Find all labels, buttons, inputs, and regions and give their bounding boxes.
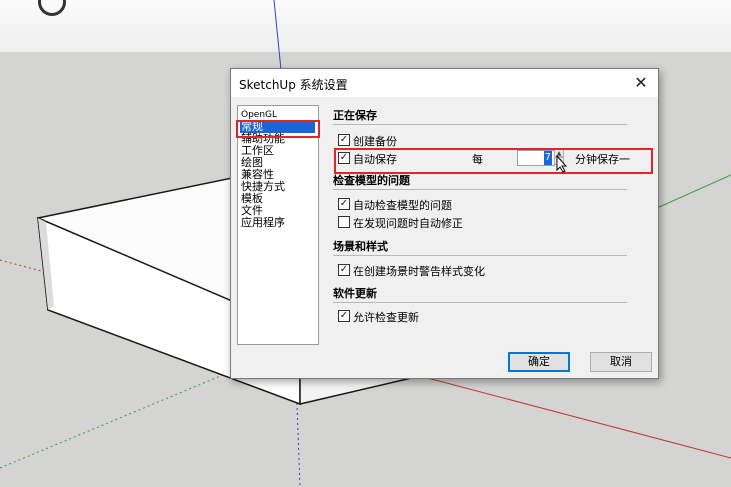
- section-divider: [333, 255, 627, 256]
- auto-check-checkbox[interactable]: [338, 198, 350, 210]
- green-axis-dotted: [0, 371, 231, 469]
- nav-highlight-box: [236, 120, 320, 138]
- auto-fix-checkbox[interactable]: [338, 216, 350, 228]
- auto-save-highlight-box: [334, 148, 653, 174]
- preferences-nav-list[interactable]: OpenGL 常规 辅助功能 工作区 绘图 兼容性 快捷方式 模板 文件 应用程…: [237, 105, 319, 345]
- warn-style-label: 在创建场景时警告样式变化: [353, 265, 485, 278]
- ok-button[interactable]: 确定: [508, 352, 570, 372]
- section-divider: [333, 189, 627, 190]
- section-divider: [333, 124, 627, 125]
- close-icon[interactable]: ✕: [630, 72, 652, 94]
- dialog-title: SketchUp 系统设置: [239, 78, 348, 92]
- green-axis-solid: [656, 174, 731, 209]
- red-axis-dotted: [0, 259, 46, 273]
- nav-item-applications[interactable]: 应用程序: [240, 217, 315, 229]
- auto-fix-label: 在发现问题时自动修正: [353, 217, 463, 230]
- mouse-cursor-icon: [556, 155, 568, 173]
- preferences-dialog: SketchUp 系统设置 ✕ OpenGL 常规 辅助功能 工作区 绘图 兼容…: [230, 68, 659, 379]
- section-title-check-models: 检查模型的问题: [333, 174, 410, 187]
- red-axis-solid: [419, 375, 731, 459]
- auto-check-label: 自动检查模型的问题: [353, 199, 452, 212]
- warn-style-checkbox[interactable]: [338, 264, 350, 276]
- section-title-scenes: 场景和样式: [333, 240, 388, 253]
- create-backup-checkbox[interactable]: [338, 134, 350, 146]
- blue-axis: [273, 0, 282, 71]
- create-backup-label: 创建备份: [353, 135, 397, 148]
- allow-check-checkbox[interactable]: [338, 310, 350, 322]
- allow-check-label: 允许检查更新: [353, 311, 419, 324]
- section-title-updates: 软件更新: [333, 287, 377, 300]
- section-title-saving: 正在保存: [333, 109, 377, 122]
- dialog-titlebar[interactable]: SketchUp 系统设置 ✕: [231, 69, 658, 97]
- cancel-button[interactable]: 取消: [590, 352, 652, 372]
- section-divider: [333, 302, 627, 303]
